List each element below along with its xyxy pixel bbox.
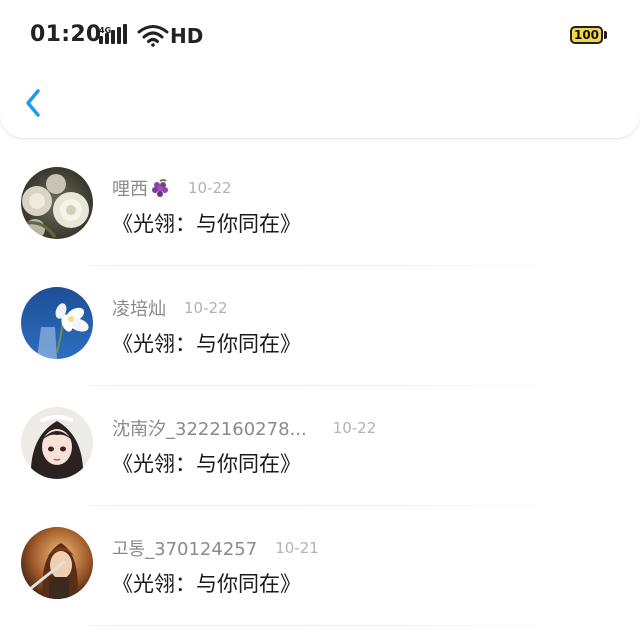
avatar[interactable] xyxy=(21,407,93,479)
avatar[interactable] xyxy=(21,527,93,599)
comment-date: 10-22 xyxy=(188,179,232,197)
status-time: 01:20 xyxy=(30,22,102,47)
username[interactable]: 凌培灿 xyxy=(112,295,166,321)
chevron-left-icon xyxy=(26,89,40,117)
username[interactable]: 哩西 xyxy=(112,175,148,201)
username[interactable]: 고통_370124257 xyxy=(112,535,257,561)
comment-meta: 哩西 10-22 xyxy=(112,176,232,200)
white-roses-avatar xyxy=(21,167,93,239)
battery-level: 100 xyxy=(573,28,600,42)
divider xyxy=(90,625,540,626)
white-flower-blue-sky-avatar xyxy=(21,287,93,359)
hd-indicator: HD xyxy=(170,24,204,48)
warrior-avatar xyxy=(21,527,93,599)
list-item[interactable]: 凌培灿 10-22 《光翎：与你同在》 xyxy=(0,266,640,386)
comment-meta: 凌培灿 10-22 xyxy=(112,296,228,320)
comment-meta: 沈南汐_3222160278... 10-22 xyxy=(112,416,376,440)
comment-date: 10-22 xyxy=(332,419,377,437)
signal-icon: 4G xyxy=(99,24,127,44)
list-item[interactable]: 哩西 10-22 《光翎：与你同在》 xyxy=(0,146,640,266)
list-item[interactable]: 沈南汐_3222160278... 10-22 《光翎：与你同在》 xyxy=(0,386,640,506)
comment-title[interactable]: 《光翎：与你同在》 xyxy=(112,568,301,598)
comment-title[interactable]: 《光翎：与你同在》 xyxy=(112,448,301,478)
battery-icon: 100 xyxy=(570,26,608,46)
comment-meta: 고통_370124257 10-21 xyxy=(112,536,319,560)
anime-girl-avatar xyxy=(21,407,93,479)
comment-title[interactable]: 《光翎：与你同在》 xyxy=(112,208,301,238)
comment-date: 10-22 xyxy=(184,299,228,317)
comment-title[interactable]: 《光翎：与你同在》 xyxy=(112,328,301,358)
app-screen: 01:20 4G HD 100 哩西 10-22 《光翎：与你同在》 凌培灿 1… xyxy=(0,0,640,641)
avatar[interactable] xyxy=(21,287,93,359)
back-button[interactable] xyxy=(20,86,50,120)
comment-date: 10-21 xyxy=(275,539,319,557)
avatar[interactable] xyxy=(21,167,93,239)
wifi-icon xyxy=(137,25,169,47)
username[interactable]: 沈南汐_3222160278... xyxy=(112,415,307,441)
comment-list: 哩西 10-22 《光翎：与你同在》 凌培灿 10-22 《光翎：与你同在》 沈… xyxy=(0,146,640,626)
status-bar: 01:20 4G HD 100 xyxy=(0,0,640,70)
list-item[interactable]: 고통_370124257 10-21 《光翎：与你同在》 xyxy=(0,506,640,626)
grape-icon xyxy=(152,179,168,197)
top-header: 01:20 4G HD 100 xyxy=(0,0,640,138)
